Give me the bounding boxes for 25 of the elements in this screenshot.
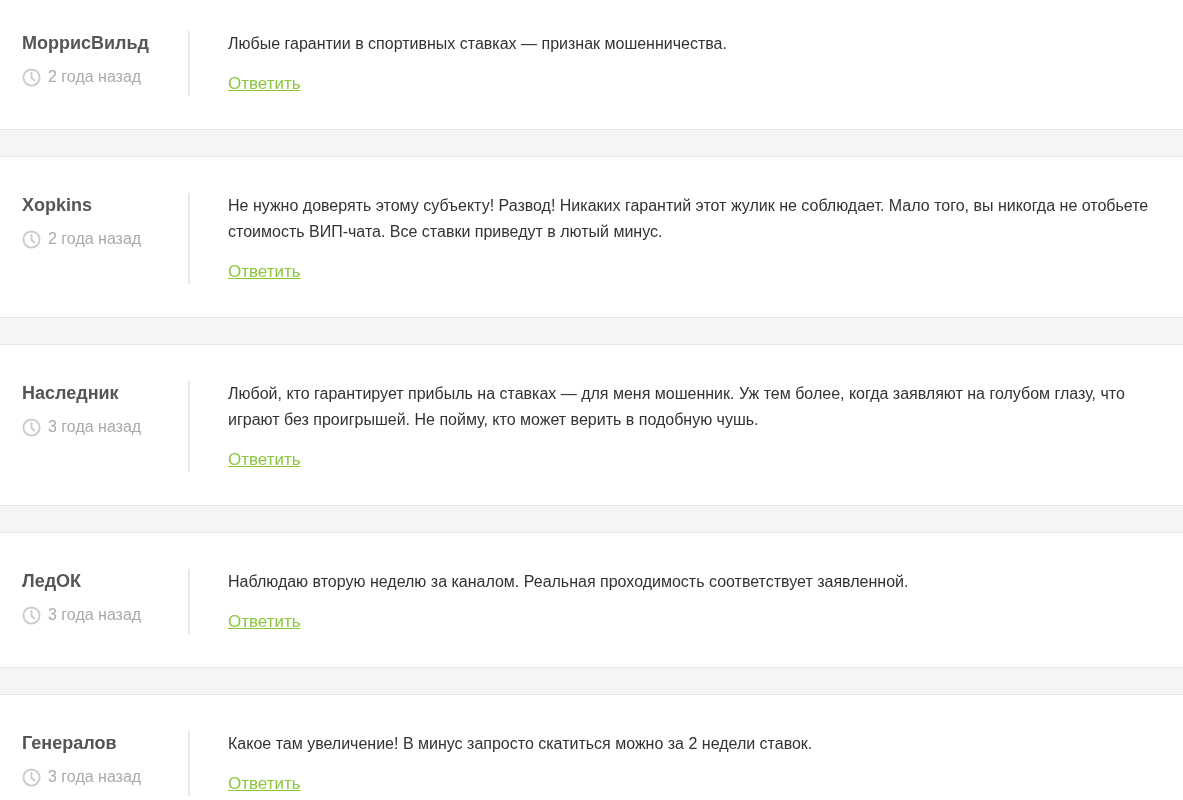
comment-text: Наблюдаю вторую неделю за каналом. Реальная проходимость соответствует заявленной. [228,572,910,592]
author-name: ЛедОК [22,570,83,593]
author-name: Наследник [22,382,120,405]
comment-time: 2 года назад [48,229,142,249]
comment-text: Не нужно доверять этому субъекту! Развод! Никаких гарантий этот жулик не соблюдает. Мало того, вы никогда не отобьете стоимость ВИП-чата. Все ставки приведут в лютый минус. [228,196,1150,242]
reply-link[interactable]: Ответить [228,612,301,631]
comment-time: 3 года назад [48,767,142,787]
comment-text: Любой, кто гарантирует прибыль на ставках — для меня мошенник. Уж тем более, когда заявляют на голубом глазу, что играют без проигрышей. Не пойму, кто может верить в подобную чушь. [228,384,1126,430]
reply-link[interactable]: Ответить [228,74,301,93]
author-name: Генералов [22,732,118,755]
comment-text: Любые гарантии в спортивных ставках — признак мошенничества. [228,34,728,54]
comment-time: 3 года назад [48,605,142,625]
author-name: Xopkins [22,194,93,217]
clock-icon [22,605,41,625]
reply-link[interactable]: Ответить [228,262,301,281]
author-name: МоррисВильд [22,32,151,55]
clock-icon [22,67,41,87]
reply-link[interactable]: Ответить [228,450,301,469]
comment-text: Какое там увеличение! В минус запросто скатиться можно за 2 недели ставок. [228,734,814,754]
clock-icon [22,229,41,249]
reply-link[interactable]: Ответить [228,774,301,793]
comment-time: 2 года назад [48,67,142,87]
clock-icon [22,767,41,787]
clock-icon [22,417,41,437]
comment-time: 3 года назад [48,417,142,437]
